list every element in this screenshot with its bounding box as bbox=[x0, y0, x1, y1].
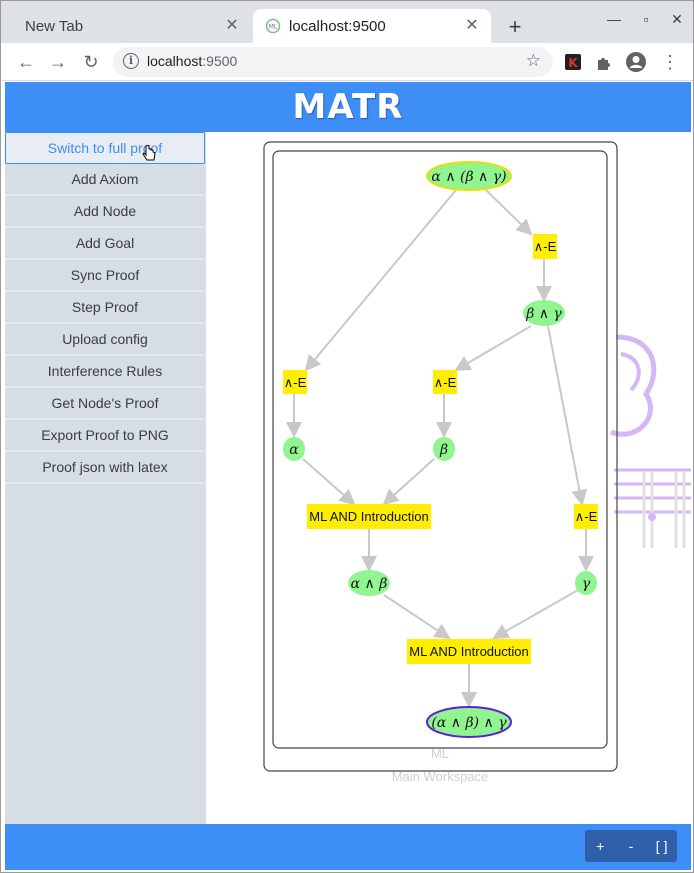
window-minimize-icon[interactable]: — bbox=[604, 11, 624, 27]
sync-proof-button[interactable]: Sync Proof bbox=[5, 260, 205, 292]
bookmark-star-icon[interactable]: ☆ bbox=[526, 51, 541, 71]
proof-canvas[interactable]: ML Main Workspace α ∧ (β ∧ γ) ∧-E β ∧ γ … bbox=[206, 132, 691, 824]
zoom-controls: + - [ ] bbox=[585, 830, 677, 862]
formula-label: α bbox=[289, 442, 299, 458]
main-workspace-label: Main Workspace bbox=[392, 769, 489, 784]
add-node-button[interactable]: Add Node bbox=[5, 196, 205, 228]
forward-arrow-icon[interactable]: → bbox=[45, 49, 71, 75]
svg-text:ML: ML bbox=[269, 24, 278, 31]
formula-label: α ∧ (β ∧ γ) bbox=[431, 169, 506, 185]
proof-graph[interactable]: ML Main Workspace α ∧ (β ∧ γ) ∧-E β ∧ γ … bbox=[206, 132, 691, 824]
address-bar[interactable]: i localhost:9500 ☆ bbox=[113, 47, 553, 77]
formula-label: β ∧ γ bbox=[525, 306, 562, 322]
app-favicon-icon: ML bbox=[265, 18, 281, 34]
formula-label: γ bbox=[582, 576, 591, 592]
zoom-in-button[interactable]: + bbox=[586, 838, 614, 854]
back-arrow-icon[interactable]: ← bbox=[13, 49, 39, 75]
new-tab-plus-icon[interactable]: + bbox=[501, 13, 529, 41]
close-icon[interactable]: ✕ bbox=[463, 17, 481, 35]
rule-label: ∧-E bbox=[534, 239, 557, 254]
window-maximize-icon[interactable]: ▫ bbox=[636, 11, 656, 27]
rule-label: ∧-E bbox=[575, 509, 598, 524]
edge bbox=[492, 589, 579, 639]
proof-json-latex-button[interactable]: Proof json with latex bbox=[5, 452, 205, 484]
edge bbox=[454, 325, 532, 372]
edge bbox=[382, 458, 435, 506]
edge bbox=[304, 189, 457, 372]
tab-label: New Tab bbox=[25, 17, 84, 35]
extension-k-icon[interactable]: K bbox=[563, 52, 583, 72]
sidebar: Switch to full proof Add Axiom Add Node … bbox=[5, 132, 206, 824]
extensions-puzzle-icon[interactable] bbox=[594, 52, 614, 72]
rule-label: ML AND Introduction bbox=[409, 644, 528, 659]
step-proof-button[interactable]: Step Proof bbox=[5, 292, 205, 324]
ml-cluster-label: ML bbox=[431, 746, 449, 761]
edge bbox=[383, 594, 451, 640]
rule-label: ML AND Introduction bbox=[309, 509, 428, 524]
switch-to-full-proof-button[interactable]: Switch to full proof bbox=[5, 132, 205, 164]
browser-window: New Tab ✕ ML localhost:9500 ✕ + — ▫ ✕ ← … bbox=[0, 0, 694, 873]
browser-toolbar: ← → ↻ i localhost:9500 ☆ K ⋮ bbox=[1, 43, 693, 81]
tab-localhost[interactable]: ML localhost:9500 ✕ bbox=[253, 9, 491, 43]
upload-config-button[interactable]: Upload config bbox=[5, 324, 205, 356]
formula-label: α ∧ β bbox=[351, 576, 388, 592]
edge bbox=[485, 189, 533, 236]
reload-icon[interactable]: ↻ bbox=[78, 49, 104, 75]
tab-new-tab[interactable]: New Tab ✕ bbox=[7, 9, 251, 43]
edge bbox=[302, 458, 356, 506]
zoom-out-button[interactable]: - bbox=[617, 838, 645, 854]
close-icon[interactable]: ✕ bbox=[223, 17, 241, 35]
edge bbox=[547, 325, 588, 506]
tab-strip: New Tab ✕ ML localhost:9500 ✕ + — ▫ ✕ bbox=[1, 1, 693, 43]
formula-label: β bbox=[439, 442, 448, 458]
rule-label: ∧-E bbox=[434, 375, 457, 390]
app-header: MATR bbox=[5, 82, 691, 132]
menu-kebab-icon[interactable]: ⋮ bbox=[657, 49, 683, 75]
tab-label: localhost:9500 bbox=[289, 17, 386, 35]
site-info-icon[interactable]: i bbox=[123, 53, 139, 69]
zoom-fit-button[interactable]: [ ] bbox=[648, 838, 676, 854]
add-axiom-button[interactable]: Add Axiom bbox=[5, 164, 205, 196]
matr-logo-watermark-icon bbox=[610, 334, 691, 548]
svg-text:K: K bbox=[568, 56, 578, 70]
get-nodes-proof-button[interactable]: Get Node's Proof bbox=[5, 388, 205, 420]
interference-rules-button[interactable]: Interference Rules bbox=[5, 356, 205, 388]
formula-label: (α ∧ β) ∧ γ bbox=[431, 715, 507, 731]
export-proof-png-button[interactable]: Export Proof to PNG bbox=[5, 420, 205, 452]
rule-label: ∧-E bbox=[284, 375, 307, 390]
hand-cursor-icon bbox=[142, 145, 156, 161]
add-goal-button[interactable]: Add Goal bbox=[5, 228, 205, 260]
window-close-icon[interactable]: ✕ bbox=[667, 11, 687, 28]
app-title: MATR bbox=[292, 87, 404, 127]
url-text: localhost:9500 bbox=[147, 53, 238, 69]
profile-avatar-icon[interactable] bbox=[625, 51, 647, 73]
app-footer: + - [ ] bbox=[5, 824, 691, 870]
